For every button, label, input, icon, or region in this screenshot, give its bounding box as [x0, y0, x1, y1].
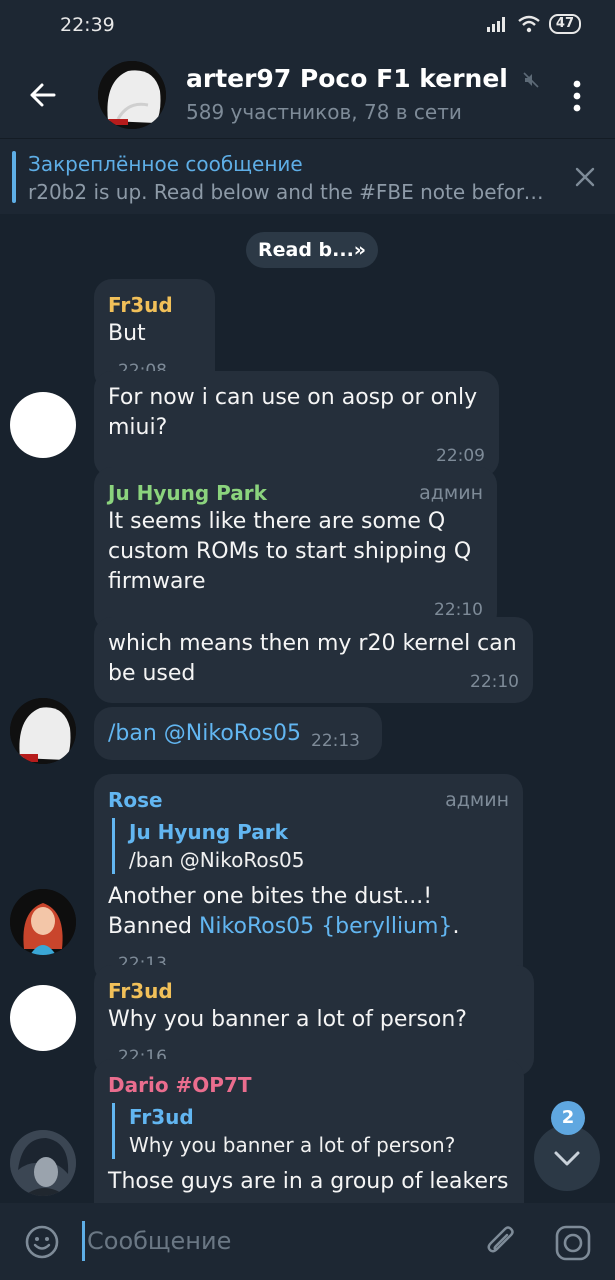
reply-quote[interactable]: Fr3ud Why you banner a lot of person? — [112, 1103, 510, 1159]
paperclip-icon[interactable] — [484, 1224, 520, 1260]
reply-text: Why you banner a lot of person? — [129, 1133, 456, 1157]
message-text: For now i can use on aosp or only miui? — [108, 385, 478, 440]
chat-title-text: arter97 Poco F1 kernel — [186, 64, 508, 93]
chat-subtitle: 589 участников, 78 в сети — [186, 100, 462, 124]
sender-label: Dario #OP7T — [108, 1073, 252, 1097]
chat-title[interactable]: arter97 Poco F1 kernel — [186, 64, 539, 93]
message-text-line1: Another one bites the dust...! — [108, 884, 433, 909]
user-avatar[interactable] — [10, 392, 76, 458]
reply-text: /ban @NikoRos05 — [129, 848, 305, 872]
pinned-title: Закреплённое сообщение — [28, 152, 303, 176]
hoodie-image — [98, 61, 166, 129]
message-bubble[interactable]: Ju Hyung Park админ It seems like there … — [94, 467, 497, 631]
sender-label: Fr3ud — [108, 979, 173, 1003]
signal-icon — [486, 17, 505, 32]
sender-name[interactable]: Ju Hyung Park админ — [108, 479, 483, 507]
sender-label: Rose — [108, 788, 163, 812]
admin-badge: админ — [419, 482, 483, 504]
message-time: 22:13 — [311, 731, 360, 751]
sender-name[interactable]: Fr3ud — [108, 291, 201, 319]
pinned-message[interactable]: Закреплённое сообщение r20b2 is up. Read… — [0, 138, 615, 214]
chat-avatar[interactable] — [98, 61, 166, 129]
message-time: 22:09 — [436, 446, 485, 466]
hoodie-image — [10, 698, 76, 764]
message-bubble[interactable]: Dario #OP7T Fr3ud Why you banner a lot o… — [94, 1059, 524, 1219]
message-bubble[interactable]: For now i can use on aosp or only miui? … — [94, 371, 499, 477]
close-icon[interactable] — [573, 165, 597, 189]
read-more-pill[interactable]: Read b...» — [246, 232, 379, 268]
message-text[interactable]: /ban @NikoRos05 — [108, 721, 301, 746]
status-icons: 47 — [486, 14, 581, 34]
chat-header: arter97 Poco F1 kernel 589 участников, 7… — [0, 52, 615, 138]
message-text: But — [108, 321, 146, 346]
message-bubble[interactable]: /ban @NikoRos05 22:13 — [94, 707, 382, 760]
status-bar: 22:39 47 — [0, 0, 615, 52]
admin-badge: админ — [445, 789, 509, 811]
message-text: It seems like there are some Q custom RO… — [108, 509, 472, 594]
wifi-icon — [518, 15, 540, 33]
sender-label: Ju Hyung Park — [108, 481, 267, 505]
message-text-suffix: . — [452, 914, 460, 939]
user-avatar[interactable] — [10, 889, 76, 955]
user-avatar[interactable] — [10, 1130, 76, 1196]
camera-icon[interactable] — [554, 1224, 592, 1262]
reply-quote[interactable]: Ju Hyung Park /ban @NikoRos05 — [112, 818, 509, 874]
unread-count-badge: 2 — [551, 1101, 585, 1135]
user-avatar[interactable] — [10, 698, 76, 764]
message-text-prefix: Banned — [108, 914, 199, 939]
dario-avatar-image — [10, 1130, 76, 1196]
message-text: Those guys are in a group of leakers — [108, 1169, 509, 1194]
sender-name[interactable]: Fr3ud — [108, 977, 520, 1005]
reply-sender: Ju Hyung Park — [129, 820, 288, 844]
battery-indicator: 47 — [548, 14, 581, 34]
pinned-text: r20b2 is up. Read below and the #FBE not… — [28, 180, 548, 204]
message-text: Why you banner a lot of person? — [108, 1007, 467, 1032]
rose-avatar-image — [10, 889, 76, 955]
sender-name[interactable]: Rose админ — [108, 786, 509, 814]
emoji-icon[interactable] — [24, 1224, 60, 1260]
status-time: 22:39 — [60, 14, 115, 36]
user-mention-link[interactable]: NikoRos05 {beryllium} — [199, 914, 452, 939]
composer-bar — [0, 1203, 615, 1280]
message-text-line2: Banned NikoRos05 {beryllium}.22:13 — [108, 912, 509, 974]
more-vert-icon[interactable] — [563, 79, 591, 113]
user-avatar[interactable] — [10, 985, 76, 1051]
message-bubble[interactable]: which means then my r20 kernel can be us… — [94, 617, 533, 703]
mute-icon — [523, 72, 539, 88]
sender-label: Fr3ud — [108, 293, 173, 317]
back-arrow-icon[interactable] — [24, 76, 62, 114]
sender-name[interactable]: Dario #OP7T — [108, 1071, 510, 1099]
message-bubble[interactable]: Rose админ Ju Hyung Park /ban @NikoRos05… — [94, 774, 523, 983]
message-input[interactable] — [82, 1221, 462, 1261]
pinned-accent-bar — [12, 151, 16, 203]
reply-sender: Fr3ud — [129, 1105, 194, 1129]
